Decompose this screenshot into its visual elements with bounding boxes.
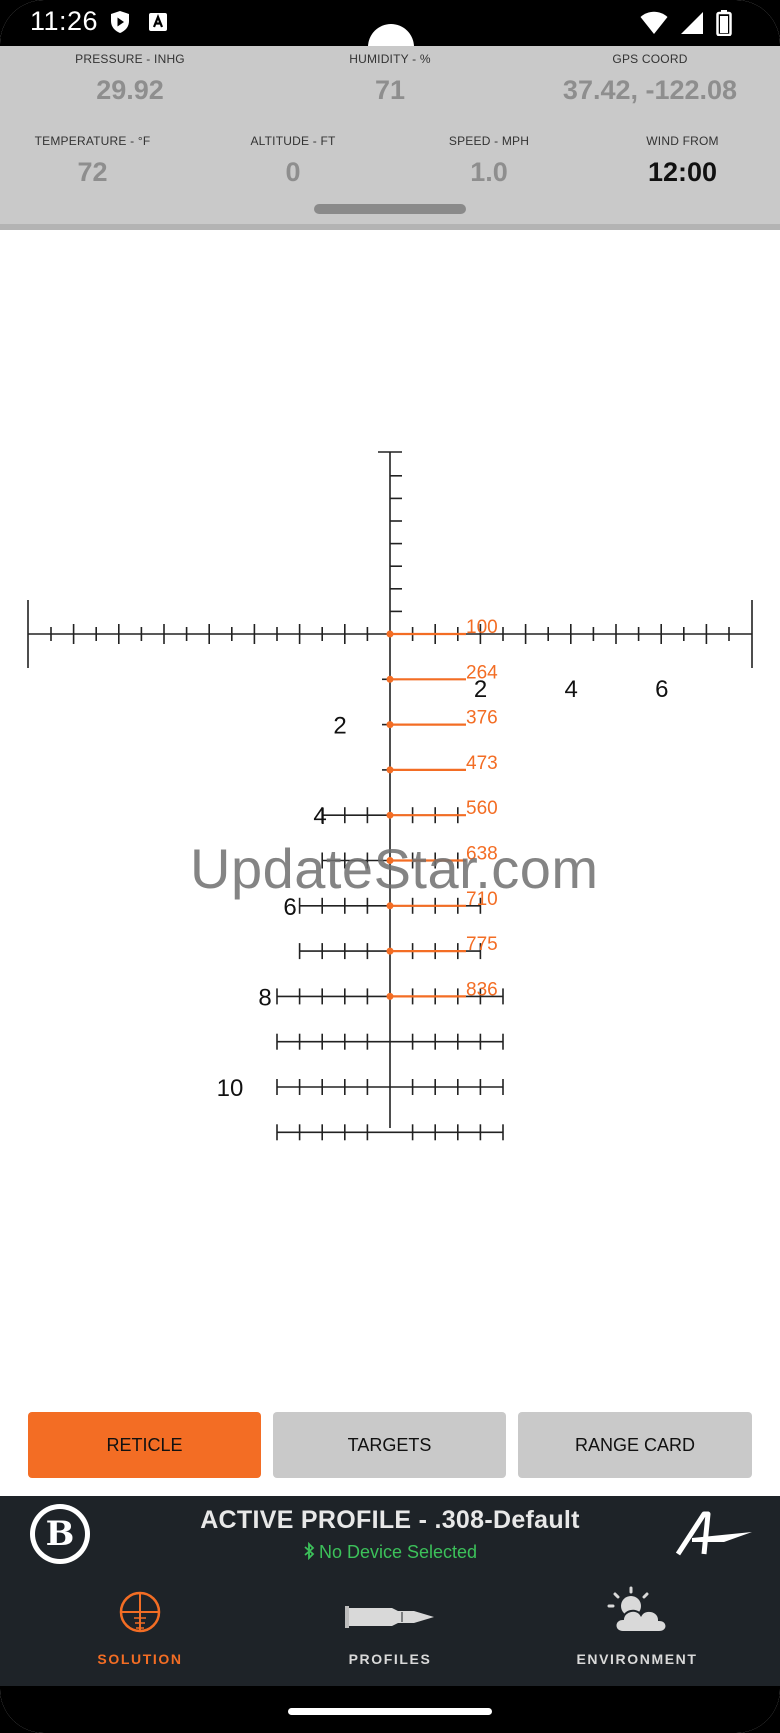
range-mark-dot (386, 675, 394, 683)
view-tabs: RETICLE TARGETS RANGE CARD (28, 1412, 752, 1478)
environment-panel[interactable]: PRESSURE - INHG 29.92 HUMIDITY - % 71 GP… (0, 46, 780, 230)
nav-solution-label: SOLUTION (97, 1651, 183, 1667)
elevation-label: 4 (313, 803, 326, 830)
nav-profiles[interactable]: PROFILES (260, 1572, 520, 1686)
tab-targets[interactable]: TARGETS (273, 1412, 506, 1478)
range-mark-dot (386, 902, 394, 910)
crosshair-icon (119, 1591, 161, 1633)
elevation-label: 10 (217, 1075, 244, 1102)
applied-ballistics-logo (675, 1511, 752, 1556)
home-gesture-pill[interactable] (288, 1708, 492, 1715)
device-status-text: No Device Selected (318, 1542, 478, 1562)
gesture-bar (0, 1686, 780, 1733)
status-time: 11:26 (30, 6, 99, 36)
reticle-view[interactable]: 2 4 6 2 4 6 8 10 100 264 376 473 560 638 710 775 836 Upd… (0, 236, 780, 1406)
bottom-navigation: SOLUTION PROFILES ENVIRONMENT (0, 1572, 780, 1686)
windage-label: 6 (655, 676, 668, 703)
font-a-icon (149, 13, 167, 31)
range-mark-dot (386, 947, 394, 955)
elevation-label: 2 (333, 713, 346, 740)
range-mark-dot (386, 721, 394, 729)
weather-icon (607, 1586, 668, 1633)
wind-readout: WIND FROM 12:00 (646, 134, 719, 187)
range-mark-label: 376 (466, 708, 498, 729)
speed-readout: SPEED - MPH 1.0 (448, 134, 530, 187)
tab-range-card[interactable]: RANGE CARD (518, 1412, 752, 1478)
range-mark-label: 775 (466, 934, 498, 955)
nav-profiles-label: PROFILES (348, 1651, 432, 1667)
temperature-readout: TEMPERATURE - °F 72 (34, 134, 151, 187)
range-mark-label: 560 (466, 798, 498, 819)
active-profile-title: ACTIVE PROFILE - .308-Default (200, 1506, 580, 1534)
altitude-readout: ALTITUDE - FT 0 (250, 134, 336, 187)
pressure-readout: PRESSURE - INHG 29.92 (75, 52, 185, 105)
active-profile-bar[interactable]: B ACTIVE PROFILE - .308-Default No Devic… (0, 1496, 780, 1572)
tab-reticle[interactable]: RETICLE (28, 1412, 261, 1478)
windage-label: 4 (565, 676, 578, 703)
wifi-icon (640, 11, 668, 34)
watermark: UpdateStar.com (190, 837, 599, 900)
battery-icon (716, 10, 732, 36)
range-mark-label: 264 (466, 662, 498, 683)
reticle-svg: 2 4 6246810100264376473560638710775836 (27, 451, 753, 1141)
range-mark-dot (386, 811, 394, 819)
nav-environment-label: ENVIRONMENT (576, 1651, 698, 1667)
range-mark-dot (386, 992, 394, 1000)
nav-environment[interactable]: ENVIRONMENT (507, 1572, 767, 1686)
cartridge-icon (345, 1606, 434, 1628)
bluetooth-icon (304, 1541, 315, 1561)
app-screen: 11:26 PRESSURE - INHG 29.92 HUMIDITY - %… (0, 0, 780, 1733)
range-mark-dot (386, 766, 394, 774)
range-mark-label: 473 (466, 753, 498, 774)
range-mark-dot (386, 630, 394, 638)
panel-drag-handle[interactable] (314, 204, 466, 214)
nav-solution[interactable]: SOLUTION (10, 1572, 270, 1686)
device-status: No Device Selected (0, 1541, 780, 1563)
range-mark-label: 100 (466, 617, 498, 638)
signal-icon (681, 12, 703, 34)
elevation-label: 8 (258, 984, 271, 1011)
range-mark-label: 836 (466, 979, 498, 1000)
shield-play-icon (111, 11, 129, 33)
status-bar: 11:26 (0, 0, 780, 70)
humidity-readout: HUMIDITY - % 71 (349, 52, 431, 105)
gps-readout: GPS COORD 37.42, -122.08 (562, 52, 738, 105)
